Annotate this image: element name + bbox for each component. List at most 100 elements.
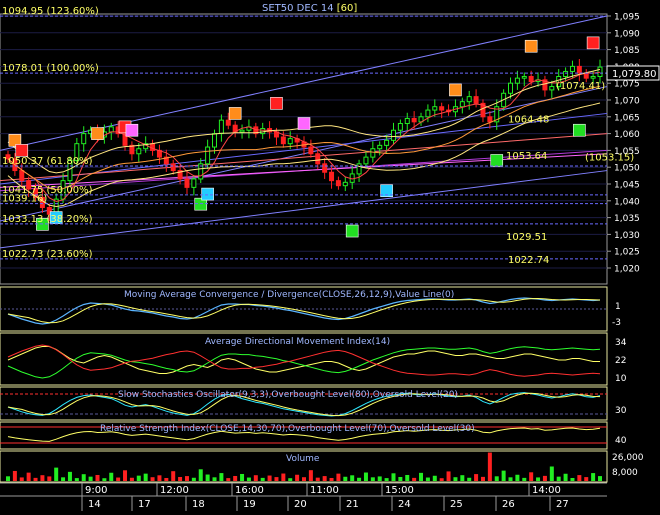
signal-marker — [125, 123, 139, 137]
candle-body — [411, 117, 417, 123]
volume-bar — [329, 477, 334, 481]
macd-tick-1: 1 — [615, 302, 621, 312]
price-tick-label: 1,050 — [614, 164, 640, 174]
volume-bar — [81, 474, 86, 481]
macd-tick-2: -3 — [612, 318, 621, 328]
volume-bar — [6, 476, 10, 481]
volume-bar — [536, 477, 541, 481]
macd-title: Moving Average Convergence / Divergence(… — [124, 290, 454, 300]
volume-bar — [405, 474, 410, 481]
volume-bar — [363, 472, 368, 481]
volume-bar — [343, 476, 348, 481]
adx-title: Average Directional Movement Index(14) — [205, 337, 390, 347]
price-tick-label: 1,045 — [614, 181, 640, 191]
volume-bar — [150, 477, 155, 481]
day-label: 27 — [556, 499, 569, 510]
price-tick-label: 1,070 — [614, 97, 640, 107]
candle-body — [514, 77, 520, 84]
volume-bar — [563, 473, 568, 481]
volume-bar — [515, 474, 520, 481]
volume-bar — [336, 473, 341, 481]
volume-bar — [219, 473, 224, 481]
price-annotation: 1064.48 — [508, 115, 549, 126]
day-label: 20 — [294, 499, 307, 510]
fib-level-label: 1039.16) — [2, 194, 47, 205]
stock-chart: 1094.95 (123.60%) 1078.01 (100.00%) 1050.3… — [0, 0, 660, 511]
volume-title: Volume — [286, 454, 320, 464]
volume-bar — [549, 466, 554, 481]
candle-body — [425, 109, 431, 118]
signal-marker — [586, 36, 600, 50]
volume-bar — [584, 477, 589, 481]
candle-body — [315, 153, 321, 165]
volume-bar — [212, 477, 217, 481]
price-annotation: 1022.74 — [508, 255, 549, 266]
price-tick-label: 1,060 — [614, 130, 640, 140]
candle-body — [390, 129, 396, 141]
volume-bar — [95, 474, 100, 481]
time-label: 16:00 — [235, 485, 264, 496]
volume-bar — [178, 476, 183, 481]
volume-bar — [556, 476, 561, 481]
candle-body — [356, 163, 362, 175]
day-label: 19 — [243, 499, 256, 510]
signal-marker — [228, 107, 242, 120]
volume-bar — [198, 469, 203, 481]
volume-bar — [577, 475, 582, 481]
volume-bar — [288, 478, 293, 481]
candle-body — [563, 70, 569, 77]
volume-bar — [542, 475, 547, 481]
volume-bar — [432, 475, 437, 481]
day-label: 14 — [88, 499, 101, 510]
time-label: 14:00 — [532, 485, 561, 496]
volume-bar — [54, 467, 59, 481]
volume-bar — [412, 477, 417, 481]
price-tick-label: 1,085 — [614, 46, 640, 56]
candle-body — [218, 119, 224, 135]
price-tick-label: 1,055 — [614, 147, 640, 157]
volume-bar — [591, 473, 596, 481]
day-label: 18 — [192, 499, 205, 510]
volume-bar — [233, 475, 238, 481]
candle-body — [466, 96, 472, 103]
last-price-label: 1,079.80 — [612, 69, 657, 80]
volume-bar — [136, 475, 141, 481]
candle-body — [384, 139, 390, 146]
volume-bar — [129, 477, 134, 481]
candle-body — [205, 146, 211, 165]
volume-bar — [171, 471, 176, 481]
stoch-title: Slow Stochastics Oscillator(9,3,3),Overb… — [118, 390, 458, 400]
candle-body — [370, 148, 376, 158]
volume-bar — [267, 475, 272, 481]
fib-level-label: 1094.95 (123.60%) — [2, 6, 99, 17]
adx-tick-3: 10 — [615, 374, 627, 384]
fib-level-label: 1033.13 (38.20%) — [2, 214, 93, 225]
price-tick-label: 1,020 — [614, 265, 640, 275]
candle-body — [549, 86, 555, 91]
candle-body — [528, 75, 534, 83]
candle-body — [569, 65, 575, 72]
candle-body — [377, 144, 383, 150]
candle-body — [280, 136, 286, 145]
price-annotation: (1074.41) — [556, 81, 605, 92]
candle-body — [108, 126, 114, 133]
signal-marker — [270, 97, 283, 110]
volume-bar — [439, 478, 444, 481]
volume-bar — [398, 476, 403, 481]
time-label: 15:00 — [385, 485, 414, 496]
price-annotation: 1053.64 — [506, 151, 547, 162]
price-tick-label: 1,025 — [614, 248, 640, 258]
price-annotation: 1029.51 — [506, 232, 547, 243]
candle-body — [308, 146, 314, 155]
day-label: 24 — [398, 499, 411, 510]
volume-bar — [529, 472, 534, 481]
candle-body — [439, 106, 445, 111]
volume-bar — [26, 472, 31, 481]
volume-bar — [116, 477, 121, 481]
candle-body — [335, 180, 341, 187]
signal-marker — [91, 127, 104, 140]
volume-bar — [246, 477, 251, 481]
adx-tick-1: 34 — [615, 338, 627, 348]
candle-body — [19, 170, 25, 182]
time-label: 11:00 — [310, 485, 339, 496]
